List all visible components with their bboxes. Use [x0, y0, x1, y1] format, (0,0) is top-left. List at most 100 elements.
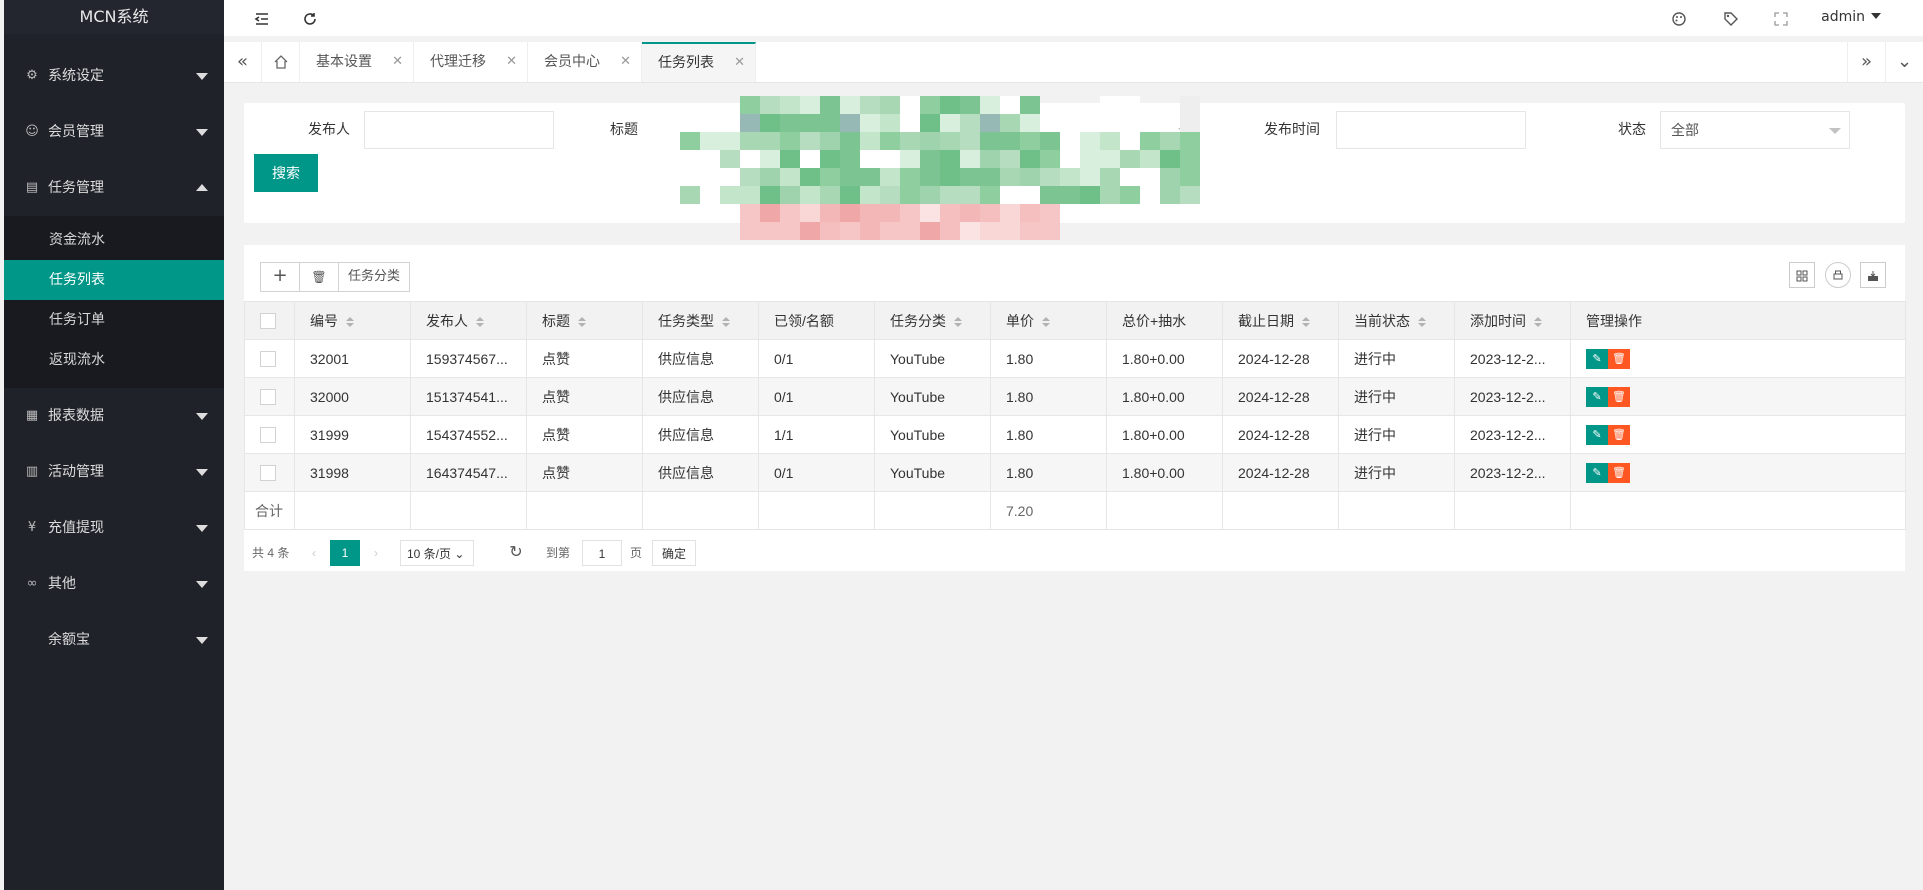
- column-header-title[interactable]: 标题: [526, 301, 643, 340]
- delete-button[interactable]: 🗑: [299, 262, 339, 292]
- sidebar-item-members[interactable]: ☺ 会员管理: [4, 104, 224, 160]
- sort-icon[interactable]: [954, 316, 962, 327]
- sidebar-item-activities[interactable]: ▥ 活动管理: [4, 444, 224, 500]
- redaction-cell: [1100, 168, 1120, 186]
- column-header-publisher[interactable]: 发布人: [410, 301, 527, 340]
- row-checkbox[interactable]: [260, 465, 276, 482]
- tab-task-list[interactable]: 任务列表 ✕: [642, 42, 756, 82]
- sidebar-item-yuebao[interactable]: 余额宝: [4, 612, 224, 668]
- top-header: admin: [224, 0, 1923, 36]
- close-icon[interactable]: ✕: [392, 42, 403, 82]
- admin-user-menu[interactable]: admin: [1821, 0, 1881, 36]
- table-row[interactable]: 31999 154374552... 点赞 供应信息 1/1 YouTube 1…: [244, 415, 1906, 454]
- column-header-total-price: 总价+抽水: [1106, 301, 1223, 340]
- refresh-page-icon[interactable]: ↻: [506, 540, 526, 566]
- page-number-current[interactable]: 1: [330, 540, 360, 566]
- sort-icon[interactable]: [346, 316, 354, 327]
- close-icon[interactable]: ✕: [734, 44, 745, 82]
- publish-time-input[interactable]: [1336, 111, 1526, 149]
- row-checkbox[interactable]: [260, 427, 276, 444]
- column-header-task-type[interactable]: 任务类型: [642, 301, 759, 340]
- sidebar-item-recharge[interactable]: ¥ 充值提现: [4, 500, 224, 556]
- delete-trash-icon[interactable]: 🗑: [1608, 424, 1630, 445]
- column-header-category[interactable]: 任务分类: [874, 301, 991, 340]
- sidebar-subitem-task-list[interactable]: 任务列表: [4, 260, 224, 300]
- delete-trash-icon[interactable]: 🗑: [1608, 462, 1630, 483]
- redaction-cell: [1100, 132, 1120, 150]
- theme-palette-icon[interactable]: [1667, 0, 1691, 36]
- edit-pencil-icon[interactable]: ✎: [1586, 348, 1608, 369]
- select-all-checkbox[interactable]: [260, 313, 276, 330]
- goto-page-input[interactable]: 1: [582, 540, 622, 566]
- redaction-cell: [1000, 150, 1020, 168]
- sidebar-subitem-task-orders[interactable]: 任务订单: [4, 300, 224, 340]
- redaction-cell: [680, 132, 700, 150]
- close-icon[interactable]: ✕: [506, 42, 517, 82]
- status-select[interactable]: 全部: [1660, 111, 1850, 149]
- page-size-value: 10 条/页: [407, 547, 452, 561]
- tab-member-center[interactable]: 会员中心 ✕: [528, 42, 642, 82]
- home-icon[interactable]: [262, 42, 300, 82]
- sort-icon[interactable]: [476, 316, 484, 327]
- redaction-cell: [1080, 186, 1100, 204]
- sidebar-item-other[interactable]: ∞ 其他: [4, 556, 224, 612]
- sort-icon[interactable]: [1418, 316, 1426, 327]
- columns-filter-icon[interactable]: [1789, 262, 1815, 288]
- row-checkbox[interactable]: [260, 351, 276, 368]
- sort-icon[interactable]: [1042, 316, 1050, 327]
- cell-category: YouTube: [874, 415, 991, 454]
- page-size-select[interactable]: 10 条/页 ⌄: [400, 540, 474, 566]
- search-button[interactable]: 搜索: [254, 154, 318, 192]
- export-icon[interactable]: [1860, 262, 1886, 288]
- table-row[interactable]: 31998 164374547... 点赞 供应信息 0/1 YouTube 1…: [244, 453, 1906, 492]
- sidebar-item-system-settings[interactable]: ⚙ 系统设定: [4, 48, 224, 104]
- redaction-cell: [1020, 132, 1040, 150]
- column-header-added-time[interactable]: 添加时间: [1454, 301, 1571, 340]
- sort-icon[interactable]: [1302, 316, 1310, 327]
- column-header-unit-price[interactable]: 单价: [990, 301, 1107, 340]
- tag-icon[interactable]: [1719, 0, 1743, 36]
- column-header-id[interactable]: 编号: [294, 301, 411, 340]
- cell-title: 点赞: [526, 339, 643, 378]
- redaction-cell: [860, 186, 880, 204]
- prev-page-icon[interactable]: ‹: [304, 540, 324, 566]
- task-category-button[interactable]: 任务分类: [338, 262, 410, 292]
- fullscreen-icon[interactable]: [1769, 0, 1793, 36]
- publisher-input[interactable]: [364, 111, 554, 149]
- sidebar-subitem-cashback-flow[interactable]: 返现流水: [4, 340, 224, 380]
- print-icon[interactable]: [1825, 262, 1851, 288]
- table-row[interactable]: 32000 151374541... 点赞 供应信息 0/1 YouTube 1…: [244, 377, 1906, 416]
- sort-icon[interactable]: [578, 316, 586, 327]
- sidebar-item-label: 其他: [48, 576, 76, 592]
- column-header-deadline[interactable]: 截止日期: [1222, 301, 1339, 340]
- table-row[interactable]: 32001 159374567... 点赞 供应信息 0/1 YouTube 1…: [244, 339, 1906, 378]
- column-header-status[interactable]: 当前状态: [1338, 301, 1455, 340]
- column-header-label: 总价+抽水: [1122, 312, 1187, 329]
- tabs-scroll-left-icon[interactable]: «: [224, 42, 262, 82]
- edit-pencil-icon[interactable]: ✎: [1586, 462, 1608, 483]
- row-checkbox[interactable]: [260, 389, 276, 406]
- delete-trash-icon[interactable]: 🗑: [1608, 386, 1630, 407]
- tab-basic-settings[interactable]: 基本设置 ✕: [300, 42, 414, 82]
- edit-pencil-icon[interactable]: ✎: [1586, 424, 1608, 445]
- next-page-icon[interactable]: ›: [366, 540, 386, 566]
- add-button[interactable]: +: [260, 262, 300, 292]
- close-icon[interactable]: ✕: [620, 42, 631, 82]
- redaction-cell: [840, 132, 860, 150]
- tabs-scroll-right-icon[interactable]: »: [1847, 42, 1885, 82]
- sidebar-subitem-fund-flow[interactable]: 资金流水: [4, 220, 224, 260]
- sidebar-item-tasks[interactable]: ▤ 任务管理: [4, 160, 224, 216]
- goto-confirm-button[interactable]: 确定: [652, 540, 696, 566]
- tab-agent-migration[interactable]: 代理迁移 ✕: [414, 42, 528, 82]
- redaction-cell: [1100, 96, 1120, 114]
- collapse-menu-icon[interactable]: [250, 0, 274, 36]
- refresh-icon[interactable]: [298, 0, 322, 36]
- delete-trash-icon[interactable]: 🗑: [1608, 348, 1630, 369]
- cell-unit-price: 1.80: [990, 339, 1107, 378]
- redaction-cell: [740, 150, 760, 168]
- sort-icon[interactable]: [1534, 316, 1542, 327]
- sort-icon[interactable]: [722, 316, 730, 327]
- tabs-dropdown-icon[interactable]: ⌄: [1885, 42, 1923, 82]
- edit-pencil-icon[interactable]: ✎: [1586, 386, 1608, 407]
- sidebar-item-reports[interactable]: ▦ 报表数据: [4, 388, 224, 444]
